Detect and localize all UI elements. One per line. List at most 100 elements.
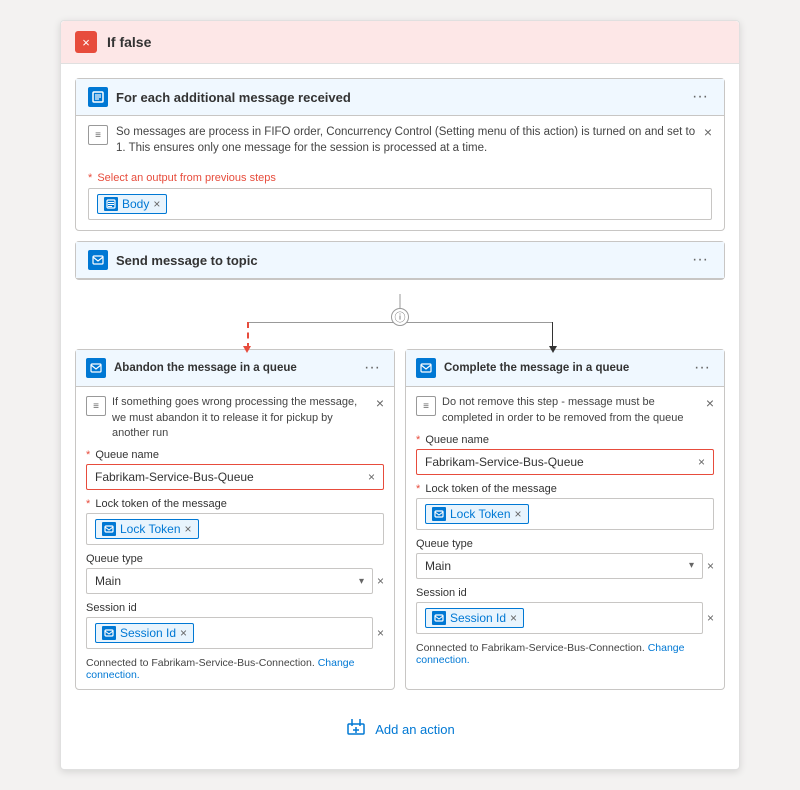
abandon-header-left: Abandon the message in a queue: [86, 358, 297, 378]
left-arrowhead: [243, 346, 251, 353]
abandon-lock-token-group: * Lock token of the message Lock Token ×: [86, 498, 384, 545]
complete-info-close[interactable]: ×: [706, 395, 714, 411]
complete-queue-name-group: * Queue name Fabrikam-Service-Bus-Queue …: [416, 434, 714, 475]
complete-connection-text: Connected to Fabrikam-Service-Bus-Connec…: [416, 642, 714, 666]
tag-icon: [104, 197, 118, 211]
complete-more-button[interactable]: ···: [690, 359, 714, 377]
complete-lock-icon: [432, 507, 446, 521]
abandon-session-remove[interactable]: ×: [180, 626, 187, 640]
info-icon: ≡: [88, 125, 108, 145]
complete-session-clear[interactable]: ×: [707, 602, 714, 634]
complete-branch-header: Complete the message in a queue ···: [406, 350, 724, 387]
complete-session-id-label: Session id: [416, 587, 714, 599]
abandon-info-close[interactable]: ×: [376, 395, 384, 411]
complete-queue-type-group: Queue type Main ▾ ×: [416, 538, 714, 579]
complete-session-icon: [432, 611, 446, 625]
complete-lock-token-group: * Lock token of the message Lock Token ×: [416, 483, 714, 530]
right-arrowhead: [549, 346, 557, 353]
complete-queue-name-label: * Queue name: [416, 434, 714, 446]
branches-container: Abandon the message in a queue ··· ≡ If …: [75, 349, 725, 690]
foreach-header-left: For each additional message received: [88, 87, 351, 107]
complete-lock-token-tag: Lock Token ×: [425, 504, 529, 524]
complete-session-id-group: Session id Session Id ×: [416, 587, 714, 634]
connector-right-solid: [552, 322, 553, 349]
select-output-label: * Select an output from previous steps: [88, 172, 712, 184]
complete-queue-name-clear[interactable]: ×: [698, 455, 705, 469]
abandon-branch: Abandon the message in a queue ··· ≡ If …: [75, 349, 395, 690]
complete-title: Complete the message in a queue: [444, 362, 629, 374]
abandon-queue-type-clear[interactable]: ×: [377, 568, 384, 594]
complete-session-remove[interactable]: ×: [510, 611, 517, 625]
abandon-title: Abandon the message in a queue: [114, 362, 297, 374]
abandon-queue-type-group: Queue type Main ▾ ×: [86, 553, 384, 594]
foreach-icon: [88, 87, 108, 107]
abandon-queue-name-label: * Queue name: [86, 449, 384, 461]
session-icon: [102, 626, 116, 640]
send-message-header: Send message to topic ···: [76, 242, 724, 279]
send-message-title: Send message to topic: [116, 253, 258, 268]
select-output-section: * Select an output from previous steps B…: [76, 164, 724, 230]
abandon-queue-name-clear[interactable]: ×: [368, 470, 375, 484]
complete-info-text: Do not remove this step - message must b…: [442, 395, 700, 426]
complete-branch: Complete the message in a queue ··· ≡ Do…: [405, 349, 725, 690]
select-output-label-text: Select an output from previous steps: [97, 172, 276, 184]
abandon-queue-name-group: * Queue name Fabrikam-Service-Bus-Queue …: [86, 449, 384, 490]
branch-connector: ⓘ: [75, 294, 725, 349]
abandon-body: ≡ If something goes wrong processing the…: [76, 387, 394, 689]
abandon-lock-token-tag: Lock Token ×: [95, 519, 199, 539]
complete-header-left: Complete the message in a queue: [416, 358, 629, 378]
abandon-queue-type-label: Queue type: [86, 553, 384, 565]
send-message-block: Send message to topic ···: [75, 241, 725, 280]
abandon-lock-token-label: * Lock token of the message: [86, 498, 384, 510]
required-star: *: [88, 172, 92, 184]
info-close-button[interactable]: ×: [704, 124, 712, 140]
info-circle-connector: ⓘ: [391, 308, 409, 326]
if-false-header: × If false: [61, 21, 739, 64]
main-container: × If false For each additional message r…: [60, 20, 740, 770]
complete-queue-type-label: Queue type: [416, 538, 714, 550]
page-title: If false: [107, 34, 151, 50]
abandon-session-id-tag: Session Id ×: [95, 623, 194, 643]
foreach-block: For each additional message received ···…: [75, 78, 725, 231]
complete-session-id-tag: Session Id ×: [425, 608, 524, 628]
foreach-title: For each additional message received: [116, 90, 351, 105]
complete-lock-token-label: * Lock token of the message: [416, 483, 714, 495]
abandon-queue-type-dropdown[interactable]: Main ▾: [86, 568, 373, 594]
complete-queue-type-clear[interactable]: ×: [707, 553, 714, 579]
foreach-info-message: ≡ So messages are process in FIFO order,…: [76, 116, 724, 164]
abandon-info-text: If something goes wrong processing the m…: [112, 395, 370, 441]
chevron-down-icon: ▾: [359, 576, 364, 587]
select-output-input[interactable]: Body ×: [88, 188, 712, 220]
abandon-more-button[interactable]: ···: [360, 359, 384, 377]
abandon-info-icon: ≡: [86, 396, 106, 416]
abandon-session-clear[interactable]: ×: [377, 617, 384, 649]
abandon-queue-name-input[interactable]: Fabrikam-Service-Bus-Queue ×: [86, 464, 384, 490]
abandon-lock-token-remove[interactable]: ×: [185, 522, 192, 536]
close-button[interactable]: ×: [75, 31, 97, 53]
complete-session-id-input[interactable]: Session Id ×: [416, 602, 703, 634]
abandon-lock-token-input[interactable]: Lock Token ×: [86, 513, 384, 545]
info-message-text: So messages are process in FIFO order, C…: [116, 124, 696, 156]
complete-lock-token-input[interactable]: Lock Token ×: [416, 498, 714, 530]
connector-left-dashed: [247, 322, 249, 349]
abandon-connection-text: Connected to Fabrikam-Service-Bus-Connec…: [86, 657, 384, 681]
abandon-branch-header: Abandon the message in a queue ···: [76, 350, 394, 387]
body-tag-label: Body: [122, 197, 149, 211]
abandon-session-id-label: Session id: [86, 602, 384, 614]
complete-lock-remove[interactable]: ×: [515, 507, 522, 521]
abandon-session-id-group: Session id Session Id ×: [86, 602, 384, 649]
foreach-header: For each additional message received ···: [76, 79, 724, 116]
send-message-more-button[interactable]: ···: [688, 251, 712, 269]
complete-info-row: ≡ Do not remove this step - message must…: [416, 395, 714, 426]
body-tag-remove[interactable]: ×: [153, 197, 160, 211]
complete-info-icon: ≡: [416, 396, 436, 416]
lock-token-icon: [102, 522, 116, 536]
complete-queue-name-input[interactable]: Fabrikam-Service-Bus-Queue ×: [416, 449, 714, 475]
complete-icon: [416, 358, 436, 378]
complete-body: ≡ Do not remove this step - message must…: [406, 387, 724, 674]
send-message-header-left: Send message to topic: [88, 250, 258, 270]
abandon-session-id-input[interactable]: Session Id ×: [86, 617, 373, 649]
complete-queue-type-dropdown[interactable]: Main ▾: [416, 553, 703, 579]
foreach-more-button[interactable]: ···: [688, 88, 712, 106]
complete-chevron-icon: ▾: [689, 560, 694, 571]
